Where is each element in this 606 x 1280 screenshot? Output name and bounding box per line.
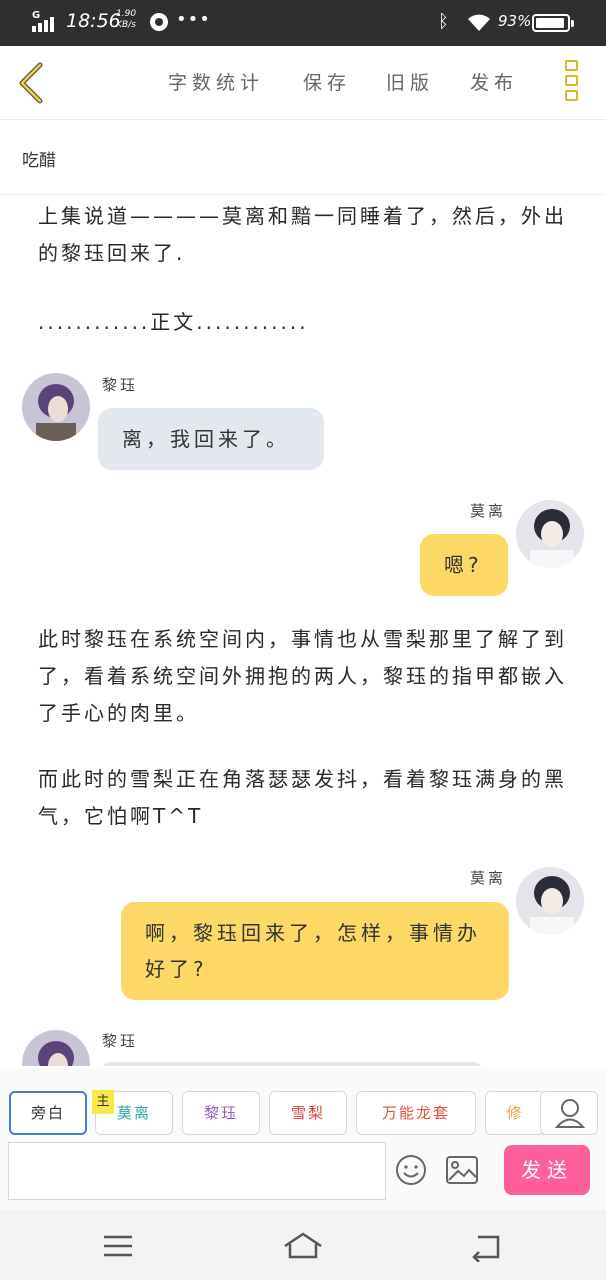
avatar[interactable] xyxy=(516,500,584,568)
chat-bubble[interactable]: 离，我回来了。 xyxy=(98,408,324,470)
role-chip-xueli[interactable]: 雪梨 xyxy=(269,1091,347,1135)
emoji-icon[interactable] xyxy=(395,1154,427,1186)
clock: 18:56 xyxy=(66,10,121,32)
chevron-left-icon[interactable] xyxy=(14,60,48,106)
more-notifications-icon: ••• xyxy=(176,9,211,30)
role-selector: 旁白 莫离 主 黎珏 雪梨 万能龙套 修 xyxy=(0,1068,606,1140)
speaker-name: 黎珏 xyxy=(102,376,139,394)
narration-paragraph: 上集说道————莫离和黯一同睡着了，然后，外出的黎珏回来了. xyxy=(38,204,567,265)
publish-button[interactable]: 发布 xyxy=(470,68,518,95)
narration-paragraph: ............正文............ xyxy=(38,310,309,334)
battery-icon xyxy=(532,14,574,32)
chat-bubble[interactable]: 嗯? xyxy=(420,534,508,596)
old-version-button[interactable]: 旧版 xyxy=(386,68,434,95)
send-button[interactable]: 发送 xyxy=(504,1145,590,1195)
signal-icon: G xyxy=(30,10,60,34)
role-chip-narrator[interactable]: 旁白 xyxy=(9,1091,87,1135)
role-chip-extra[interactable]: 万能龙套 xyxy=(356,1091,476,1135)
speaker-name: 莫离 xyxy=(470,502,507,520)
host-tag: 主 xyxy=(92,1090,114,1114)
back-arrow-icon[interactable] xyxy=(466,1230,510,1262)
bluetooth-icon: ᛒ xyxy=(438,11,449,32)
role-label: 莫离 xyxy=(116,1104,151,1122)
compose-bar: 发送 xyxy=(0,1140,606,1210)
home-icon[interactable] xyxy=(281,1230,325,1262)
network-type: G xyxy=(32,10,41,21)
editor-toolbar: 字数统计 保存 旧版 发布 xyxy=(0,46,606,120)
network-speed: 1.90 KB/s xyxy=(116,9,137,30)
save-button[interactable]: 保存 xyxy=(303,68,351,95)
message-input[interactable] xyxy=(8,1142,386,1200)
battery-percent: 93% xyxy=(498,12,532,30)
more-vertical-icon[interactable] xyxy=(565,60,581,108)
avatar[interactable] xyxy=(22,1030,90,1066)
avatar[interactable] xyxy=(22,373,90,441)
avatar[interactable] xyxy=(516,867,584,935)
word-count-button[interactable]: 字数统计 xyxy=(168,68,264,95)
speaker-name: 黎珏 xyxy=(102,1032,139,1050)
speaker-name: 莫离 xyxy=(470,869,507,887)
role-chip-xiu[interactable]: 修 xyxy=(485,1091,545,1135)
chat-bubble[interactable]: 啊，黎珏回来了，怎样，事情办好了? xyxy=(121,902,509,1000)
menu-icon[interactable] xyxy=(96,1230,140,1262)
system-nav-bar xyxy=(0,1210,606,1280)
narration-paragraph: 此时黎珏在系统空间内，事情也从雪梨那里了解了到了，看着系统空间外拥抱的两人，黎珏… xyxy=(38,627,567,725)
story-content[interactable]: 上集说道————莫离和黯一同睡着了，然后，外出的黎珏回来了. .........… xyxy=(0,196,606,1066)
wifi-icon xyxy=(468,14,490,31)
person-icon[interactable] xyxy=(540,1091,598,1135)
story-title: 吃醋 xyxy=(22,151,56,171)
story-title-row[interactable]: 吃醋 xyxy=(0,121,606,195)
narration-paragraph: 而此时的雪梨正在角落瑟瑟发抖，看着黎珏满身的黑气，它怕啊T^T xyxy=(38,767,567,828)
message-app-icon xyxy=(150,13,168,31)
role-chip-liyu[interactable]: 黎珏 xyxy=(182,1091,260,1135)
chat-bubble[interactable] xyxy=(98,1062,486,1066)
status-bar: G 18:56 1.90 KB/s ••• ᛒ 93% xyxy=(0,0,606,46)
image-icon[interactable] xyxy=(446,1156,478,1184)
